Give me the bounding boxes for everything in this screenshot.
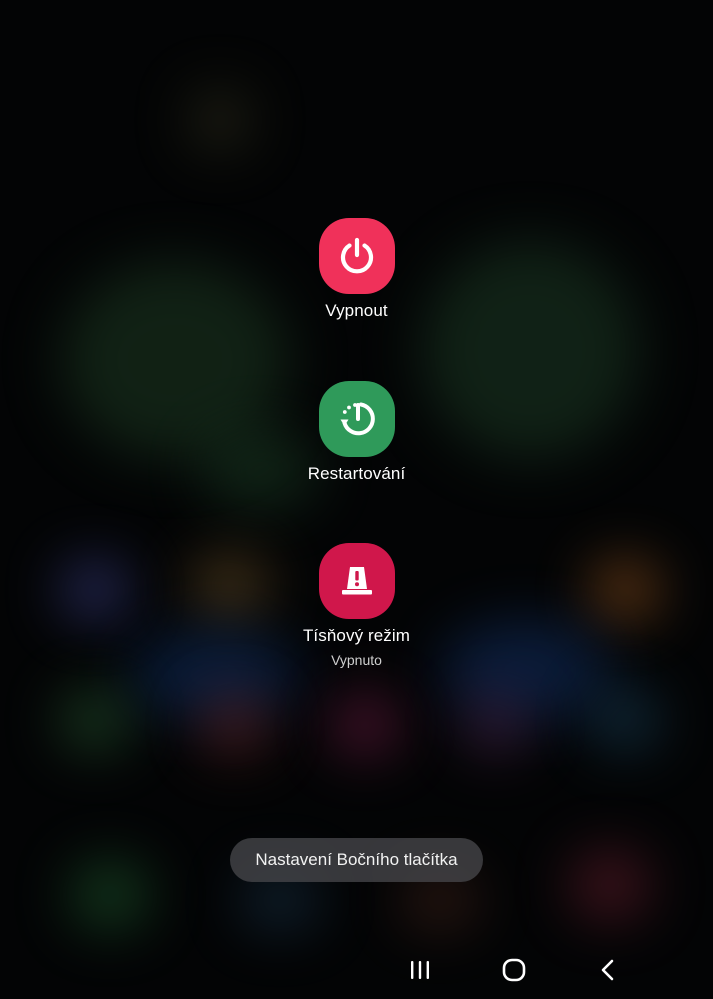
restart-icon	[340, 402, 375, 436]
wallpaper-glow	[460, 695, 530, 755]
home-icon	[502, 958, 526, 982]
power-menu-screen: Vypnout Restartování Tísňový režim Vypnu…	[0, 0, 713, 999]
power-icon	[340, 237, 373, 274]
wallpaper-glow	[330, 695, 400, 755]
emergency-mode-status: Vypnuto	[331, 652, 382, 668]
restart-label: Restartování	[307, 464, 406, 483]
wallpaper-glow	[570, 850, 650, 920]
wallpaper-glow	[200, 695, 270, 755]
emergency-mode-label: Tísňový režim	[302, 626, 411, 645]
emergency-mode-button[interactable]	[318, 543, 395, 619]
wallpaper-glow	[590, 690, 660, 750]
side-key-settings-button[interactable]: Nastavení Bočního tlačítka	[230, 838, 483, 882]
side-key-settings-label: Nastavení Bočního tlačítka	[255, 850, 458, 869]
restart-button[interactable]	[318, 381, 395, 457]
wallpaper-glow	[70, 860, 150, 930]
recents-button[interactable]	[400, 955, 440, 985]
power-off-button[interactable]	[318, 218, 395, 294]
restart-option[interactable]: Restartování	[0, 381, 713, 484]
emergency-mode-option[interactable]: Tísňový režim Vypnuto	[0, 543, 713, 668]
wallpaper-glow	[190, 90, 250, 150]
power-off-option[interactable]: Vypnout	[0, 218, 713, 321]
home-button[interactable]	[494, 955, 534, 985]
emergency-siren-icon	[341, 567, 372, 595]
back-icon	[601, 959, 614, 981]
power-off-label: Vypnout	[325, 301, 388, 320]
recents-icon	[411, 961, 429, 979]
navigation-bar	[0, 945, 713, 999]
back-button[interactable]	[588, 955, 628, 985]
wallpaper-glow	[60, 690, 130, 750]
